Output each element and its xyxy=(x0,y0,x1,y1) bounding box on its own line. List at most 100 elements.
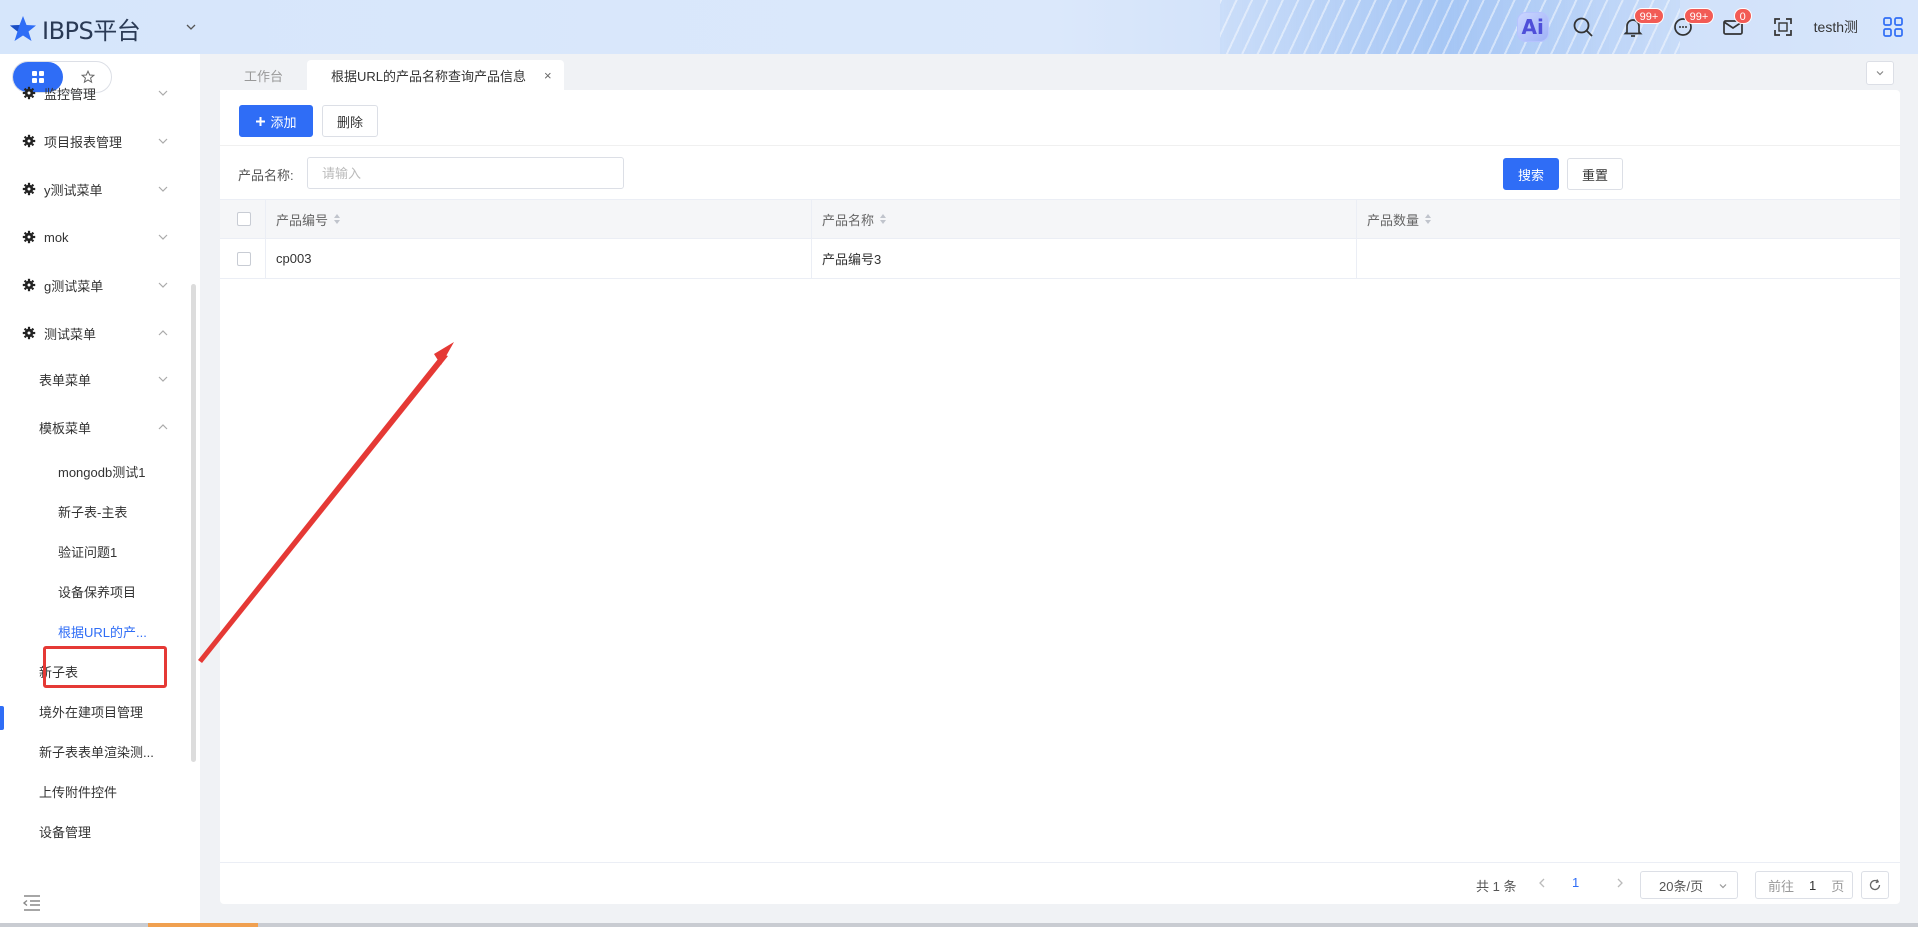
sidebar-item[interactable]: 验证问题1 xyxy=(0,531,190,571)
page-size-select[interactable]: 20条/页 xyxy=(1640,871,1738,899)
user-name[interactable]: testh测 xyxy=(1808,17,1868,37)
row-checkbox[interactable] xyxy=(237,251,251,266)
sidebar-item-label: y测试菜单 xyxy=(44,182,103,198)
bottom-scrollbar xyxy=(0,923,1918,927)
refresh-button[interactable] xyxy=(1861,871,1889,899)
reset-button-label: 重置 xyxy=(1581,167,1608,183)
sidebar-item-label: 设备管理 xyxy=(39,824,92,840)
table-row[interactable]: cp003 产品编号3 xyxy=(220,239,1900,279)
sidebar-item[interactable]: 上传附件控件 xyxy=(0,771,190,811)
sidebar-item[interactable]: g测试菜单 xyxy=(0,265,190,305)
gear-icon xyxy=(22,230,36,244)
refresh-icon xyxy=(1869,879,1881,891)
column-header-label: 产品编号 xyxy=(276,212,329,228)
tab-workbench[interactable]: 工作台 xyxy=(220,60,307,90)
goto-page: 前往 1 页 xyxy=(1755,871,1853,899)
cell-product-name: 产品编号3 xyxy=(811,239,1356,278)
product-name-input[interactable] xyxy=(307,157,624,189)
fullscreen-action[interactable] xyxy=(1758,0,1808,54)
column-header-label: 产品名称 xyxy=(822,212,875,228)
reset-button[interactable]: 重置 xyxy=(1567,158,1623,190)
add-button-label: 添加 xyxy=(270,114,297,130)
apps-action[interactable] xyxy=(1868,0,1918,54)
tab-label: 根据URL的产品名称查询产品信息 xyxy=(331,68,527,84)
sidebar-scrollbar[interactable] xyxy=(191,284,196,762)
select-all-checkbox[interactable] xyxy=(237,212,251,226)
page-tabs: 工作台 根据URL的产品名称查询产品信息 × xyxy=(220,60,564,90)
sidebar-item-label: 根据URL的产... xyxy=(58,624,147,640)
select-all-cell xyxy=(220,200,265,238)
sidebar-item[interactable]: 新子表-主表 xyxy=(0,491,190,531)
search-action[interactable] xyxy=(1558,0,1608,54)
sort-icon[interactable] xyxy=(880,214,887,224)
add-button[interactable]: 添加 xyxy=(239,105,313,137)
sidebar-item-label: 境外在建项目管理 xyxy=(39,704,144,720)
collapse-sidebar-icon[interactable] xyxy=(22,894,42,912)
sidebar-item-label: 测试菜单 xyxy=(44,326,97,342)
prev-page-icon[interactable] xyxy=(1535,876,1549,890)
sidebar-item-label: 表单菜单 xyxy=(39,372,92,388)
tab-product-query[interactable]: 根据URL的产品名称查询产品信息 × xyxy=(307,60,564,90)
goto-page-input[interactable]: 1 xyxy=(1794,878,1816,893)
sidebar-item[interactable]: 设备保养项目 xyxy=(0,571,190,611)
column-header-label: 产品数量 xyxy=(1367,212,1420,228)
sidebar-item[interactable]: mongodb测试1 xyxy=(0,451,190,491)
sort-icon[interactable] xyxy=(1425,214,1432,224)
sidebar-item-label: 监控管理 xyxy=(44,86,97,102)
sidebar-item-label: 模板菜单 xyxy=(39,420,92,436)
sidebar-item[interactable]: 监控管理 xyxy=(0,73,190,113)
chevron-down-icon xyxy=(158,234,168,240)
gear-icon xyxy=(22,278,36,292)
chevron-up-icon xyxy=(158,330,168,336)
current-page[interactable]: 1 xyxy=(1572,875,1579,890)
sidebar-item[interactable]: 测试菜单 xyxy=(0,313,190,353)
top-header: IBPS平台 Ai 99+ 99+ 0 testh测 xyxy=(0,0,1918,54)
tabs-dropdown-button[interactable] xyxy=(1866,61,1894,85)
sidebar-item-label: g测试菜单 xyxy=(44,278,104,294)
delete-button[interactable]: 删除 xyxy=(322,105,378,137)
sidebar-item[interactable]: 项目报表管理 xyxy=(0,121,190,161)
table-header: 产品编号 产品名称 产品数量 xyxy=(220,199,1900,239)
tab-label: 工作台 xyxy=(244,68,284,84)
close-icon[interactable]: × xyxy=(544,68,552,83)
search-form: 产品名称: 搜索 重置 xyxy=(220,147,1900,199)
ai-assistant[interactable]: Ai xyxy=(1508,0,1558,54)
search-button-label: 搜索 xyxy=(1517,167,1544,183)
mail-action[interactable]: 0 xyxy=(1708,0,1758,54)
column-header-quantity[interactable]: 产品数量 xyxy=(1356,200,1900,238)
cell-product-code: cp003 xyxy=(265,239,811,278)
chevron-down-icon xyxy=(1876,71,1884,76)
sidebar-item[interactable]: 根据URL的产... xyxy=(0,611,190,651)
page-size-label: 20条/页 xyxy=(1659,878,1704,894)
gear-icon xyxy=(22,134,36,148)
messages-action[interactable]: 99+ xyxy=(1658,0,1715,54)
app-title: IBPS平台 xyxy=(42,17,141,45)
sidebar-item-label: 验证问题1 xyxy=(58,544,118,560)
chevron-down-icon xyxy=(158,282,168,288)
sidebar-item[interactable]: y测试菜单 xyxy=(0,169,190,209)
sort-icon[interactable] xyxy=(334,214,341,224)
gear-icon xyxy=(22,326,36,340)
sidebar-item[interactable]: 模板菜单 xyxy=(0,407,190,447)
delete-button-label: 删除 xyxy=(336,114,363,130)
next-page-icon[interactable] xyxy=(1613,876,1627,890)
scroll-thumb[interactable] xyxy=(148,923,258,927)
sidebar-item[interactable]: 表单菜单 xyxy=(0,359,190,399)
chevron-down-icon[interactable] xyxy=(184,20,198,34)
search-button[interactable]: 搜索 xyxy=(1503,158,1559,190)
sidebar-item[interactable]: 新子表表单渲染测... xyxy=(0,731,190,771)
sidebar-item-label: 设备保养项目 xyxy=(58,584,137,600)
sidebar: 监控管理项目报表管理 y测试菜单 mok g测试菜单测试菜单表单菜单模板菜单 mongo… xyxy=(0,54,200,927)
pagination: 共 1 条 1 20条/页 前往 1 页 xyxy=(220,862,1900,904)
product-name-label: 产品名称: xyxy=(238,168,294,183)
column-header-code[interactable]: 产品编号 xyxy=(265,200,811,238)
notifications-action[interactable]: 99+ xyxy=(1608,0,1665,54)
app-logo[interactable]: IBPS平台 xyxy=(8,11,141,46)
goto-suffix: 页 xyxy=(1831,878,1845,894)
sidebar-item-label: mok xyxy=(44,229,69,245)
sidebar-item[interactable]: 境外在建项目管理 xyxy=(0,691,190,731)
column-header-name[interactable]: 产品名称 xyxy=(811,200,1356,238)
sidebar-item[interactable]: 设备管理 xyxy=(0,811,190,851)
sidebar-item[interactable]: mok xyxy=(0,217,190,257)
product-table: 产品编号 产品名称 产品数量 cp003 产品编号3 xyxy=(220,199,1900,279)
